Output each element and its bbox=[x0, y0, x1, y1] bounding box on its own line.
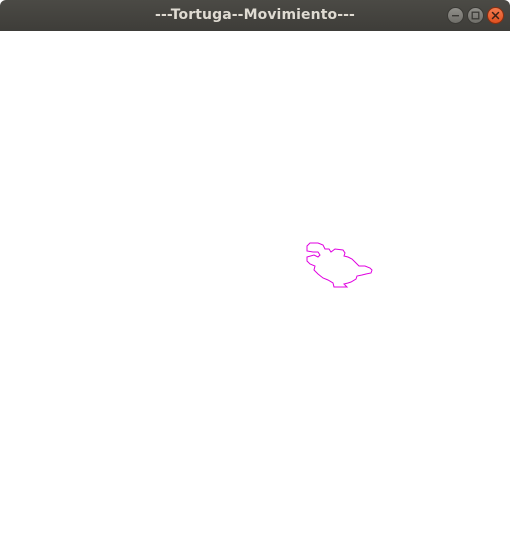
title-bar[interactable]: ---Tortuga--Movimiento--- bbox=[0, 0, 510, 31]
turtle-shape bbox=[306, 242, 373, 288]
window-controls bbox=[447, 7, 504, 24]
close-icon bbox=[491, 11, 500, 20]
turtle-drawing bbox=[306, 242, 373, 288]
maximize-icon bbox=[471, 11, 480, 20]
close-button[interactable] bbox=[487, 7, 504, 24]
window-title: ---Tortuga--Movimiento--- bbox=[155, 7, 355, 23]
minimize-button[interactable] bbox=[447, 7, 464, 24]
app-window: ---Tortuga--Movimiento--- bbox=[0, 0, 510, 543]
minimize-icon bbox=[452, 15, 459, 17]
turtle-canvas bbox=[0, 31, 510, 543]
maximize-button[interactable] bbox=[467, 7, 484, 24]
